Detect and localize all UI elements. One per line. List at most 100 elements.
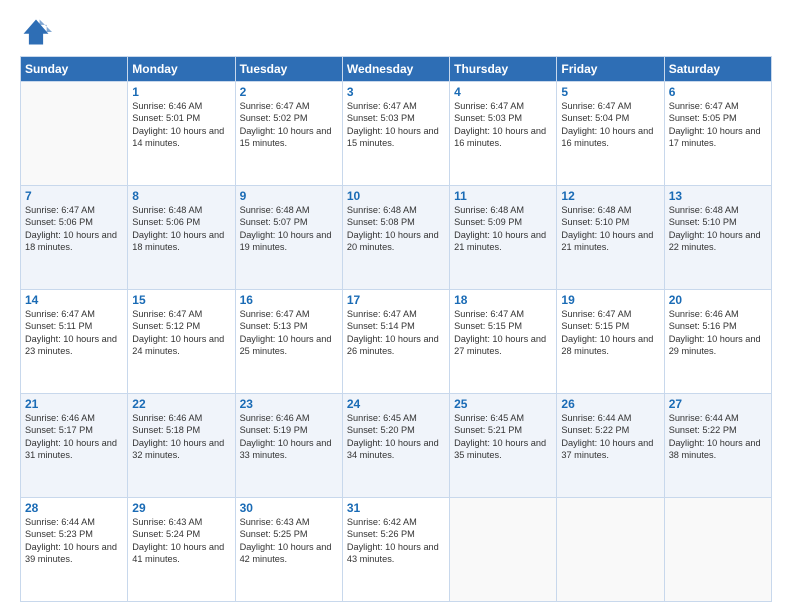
daylight-text: Daylight: 10 hours and 14 minutes. <box>132 125 230 150</box>
weekday-header-thursday: Thursday <box>450 57 557 82</box>
calendar-cell: 27Sunrise: 6:44 AMSunset: 5:22 PMDayligh… <box>664 394 771 498</box>
sunrise-text: Sunrise: 6:47 AM <box>561 308 659 320</box>
calendar-week-row: 28Sunrise: 6:44 AMSunset: 5:23 PMDayligh… <box>21 498 772 602</box>
sunrise-text: Sunrise: 6:44 AM <box>25 516 123 528</box>
day-number: 7 <box>25 189 123 203</box>
sunset-text: Sunset: 5:09 PM <box>454 216 552 228</box>
calendar-cell: 17Sunrise: 6:47 AMSunset: 5:14 PMDayligh… <box>342 290 449 394</box>
daylight-text: Daylight: 10 hours and 17 minutes. <box>669 125 767 150</box>
sunrise-text: Sunrise: 6:45 AM <box>347 412 445 424</box>
calendar-cell: 26Sunrise: 6:44 AMSunset: 5:22 PMDayligh… <box>557 394 664 498</box>
calendar-cell: 16Sunrise: 6:47 AMSunset: 5:13 PMDayligh… <box>235 290 342 394</box>
sunset-text: Sunset: 5:24 PM <box>132 528 230 540</box>
daylight-text: Daylight: 10 hours and 18 minutes. <box>25 229 123 254</box>
daylight-text: Daylight: 10 hours and 20 minutes. <box>347 229 445 254</box>
sunset-text: Sunset: 5:13 PM <box>240 320 338 332</box>
day-number: 15 <box>132 293 230 307</box>
daylight-text: Daylight: 10 hours and 39 minutes. <box>25 541 123 566</box>
sunrise-text: Sunrise: 6:48 AM <box>669 204 767 216</box>
weekday-header-sunday: Sunday <box>21 57 128 82</box>
sunset-text: Sunset: 5:20 PM <box>347 424 445 436</box>
sunrise-text: Sunrise: 6:46 AM <box>669 308 767 320</box>
calendar-week-row: 21Sunrise: 6:46 AMSunset: 5:17 PMDayligh… <box>21 394 772 498</box>
calendar-cell: 11Sunrise: 6:48 AMSunset: 5:09 PMDayligh… <box>450 186 557 290</box>
sunrise-text: Sunrise: 6:42 AM <box>347 516 445 528</box>
day-number: 1 <box>132 85 230 99</box>
daylight-text: Daylight: 10 hours and 28 minutes. <box>561 333 659 358</box>
calendar-cell: 29Sunrise: 6:43 AMSunset: 5:24 PMDayligh… <box>128 498 235 602</box>
sunrise-text: Sunrise: 6:47 AM <box>240 308 338 320</box>
sunset-text: Sunset: 5:22 PM <box>561 424 659 436</box>
calendar-cell: 7Sunrise: 6:47 AMSunset: 5:06 PMDaylight… <box>21 186 128 290</box>
sunset-text: Sunset: 5:03 PM <box>347 112 445 124</box>
daylight-text: Daylight: 10 hours and 41 minutes. <box>132 541 230 566</box>
daylight-text: Daylight: 10 hours and 15 minutes. <box>240 125 338 150</box>
sunset-text: Sunset: 5:06 PM <box>132 216 230 228</box>
calendar-cell: 1Sunrise: 6:46 AMSunset: 5:01 PMDaylight… <box>128 82 235 186</box>
day-number: 20 <box>669 293 767 307</box>
daylight-text: Daylight: 10 hours and 37 minutes. <box>561 437 659 462</box>
sunset-text: Sunset: 5:26 PM <box>347 528 445 540</box>
calendar-cell <box>557 498 664 602</box>
day-number: 14 <box>25 293 123 307</box>
sunrise-text: Sunrise: 6:47 AM <box>132 308 230 320</box>
day-number: 17 <box>347 293 445 307</box>
sunrise-text: Sunrise: 6:48 AM <box>561 204 659 216</box>
sunset-text: Sunset: 5:18 PM <box>132 424 230 436</box>
daylight-text: Daylight: 10 hours and 27 minutes. <box>454 333 552 358</box>
sunset-text: Sunset: 5:25 PM <box>240 528 338 540</box>
calendar-week-row: 14Sunrise: 6:47 AMSunset: 5:11 PMDayligh… <box>21 290 772 394</box>
calendar-cell: 23Sunrise: 6:46 AMSunset: 5:19 PMDayligh… <box>235 394 342 498</box>
daylight-text: Daylight: 10 hours and 19 minutes. <box>240 229 338 254</box>
daylight-text: Daylight: 10 hours and 21 minutes. <box>454 229 552 254</box>
sunset-text: Sunset: 5:01 PM <box>132 112 230 124</box>
sunset-text: Sunset: 5:14 PM <box>347 320 445 332</box>
calendar-cell: 25Sunrise: 6:45 AMSunset: 5:21 PMDayligh… <box>450 394 557 498</box>
calendar-cell: 2Sunrise: 6:47 AMSunset: 5:02 PMDaylight… <box>235 82 342 186</box>
sunrise-text: Sunrise: 6:46 AM <box>132 412 230 424</box>
day-number: 10 <box>347 189 445 203</box>
calendar-cell: 3Sunrise: 6:47 AMSunset: 5:03 PMDaylight… <box>342 82 449 186</box>
daylight-text: Daylight: 10 hours and 34 minutes. <box>347 437 445 462</box>
sunrise-text: Sunrise: 6:46 AM <box>132 100 230 112</box>
sunrise-text: Sunrise: 6:48 AM <box>132 204 230 216</box>
daylight-text: Daylight: 10 hours and 16 minutes. <box>561 125 659 150</box>
sunset-text: Sunset: 5:07 PM <box>240 216 338 228</box>
weekday-header-saturday: Saturday <box>664 57 771 82</box>
sunrise-text: Sunrise: 6:47 AM <box>347 100 445 112</box>
daylight-text: Daylight: 10 hours and 23 minutes. <box>25 333 123 358</box>
weekday-header-row: SundayMondayTuesdayWednesdayThursdayFrid… <box>21 57 772 82</box>
daylight-text: Daylight: 10 hours and 15 minutes. <box>347 125 445 150</box>
calendar-cell: 10Sunrise: 6:48 AMSunset: 5:08 PMDayligh… <box>342 186 449 290</box>
calendar-cell: 12Sunrise: 6:48 AMSunset: 5:10 PMDayligh… <box>557 186 664 290</box>
day-number: 18 <box>454 293 552 307</box>
daylight-text: Daylight: 10 hours and 16 minutes. <box>454 125 552 150</box>
day-number: 2 <box>240 85 338 99</box>
daylight-text: Daylight: 10 hours and 43 minutes. <box>347 541 445 566</box>
calendar-cell: 28Sunrise: 6:44 AMSunset: 5:23 PMDayligh… <box>21 498 128 602</box>
daylight-text: Daylight: 10 hours and 32 minutes. <box>132 437 230 462</box>
sunset-text: Sunset: 5:10 PM <box>669 216 767 228</box>
day-number: 29 <box>132 501 230 515</box>
calendar-cell: 18Sunrise: 6:47 AMSunset: 5:15 PMDayligh… <box>450 290 557 394</box>
day-number: 23 <box>240 397 338 411</box>
daylight-text: Daylight: 10 hours and 22 minutes. <box>669 229 767 254</box>
sunrise-text: Sunrise: 6:47 AM <box>669 100 767 112</box>
sunrise-text: Sunrise: 6:43 AM <box>240 516 338 528</box>
sunrise-text: Sunrise: 6:48 AM <box>347 204 445 216</box>
sunset-text: Sunset: 5:05 PM <box>669 112 767 124</box>
sunset-text: Sunset: 5:10 PM <box>561 216 659 228</box>
sunrise-text: Sunrise: 6:44 AM <box>669 412 767 424</box>
sunset-text: Sunset: 5:02 PM <box>240 112 338 124</box>
sunset-text: Sunset: 5:19 PM <box>240 424 338 436</box>
calendar-cell: 5Sunrise: 6:47 AMSunset: 5:04 PMDaylight… <box>557 82 664 186</box>
weekday-header-tuesday: Tuesday <box>235 57 342 82</box>
sunset-text: Sunset: 5:12 PM <box>132 320 230 332</box>
day-number: 12 <box>561 189 659 203</box>
day-number: 25 <box>454 397 552 411</box>
sunrise-text: Sunrise: 6:46 AM <box>25 412 123 424</box>
day-number: 28 <box>25 501 123 515</box>
sunrise-text: Sunrise: 6:46 AM <box>240 412 338 424</box>
calendar-cell: 21Sunrise: 6:46 AMSunset: 5:17 PMDayligh… <box>21 394 128 498</box>
day-number: 5 <box>561 85 659 99</box>
